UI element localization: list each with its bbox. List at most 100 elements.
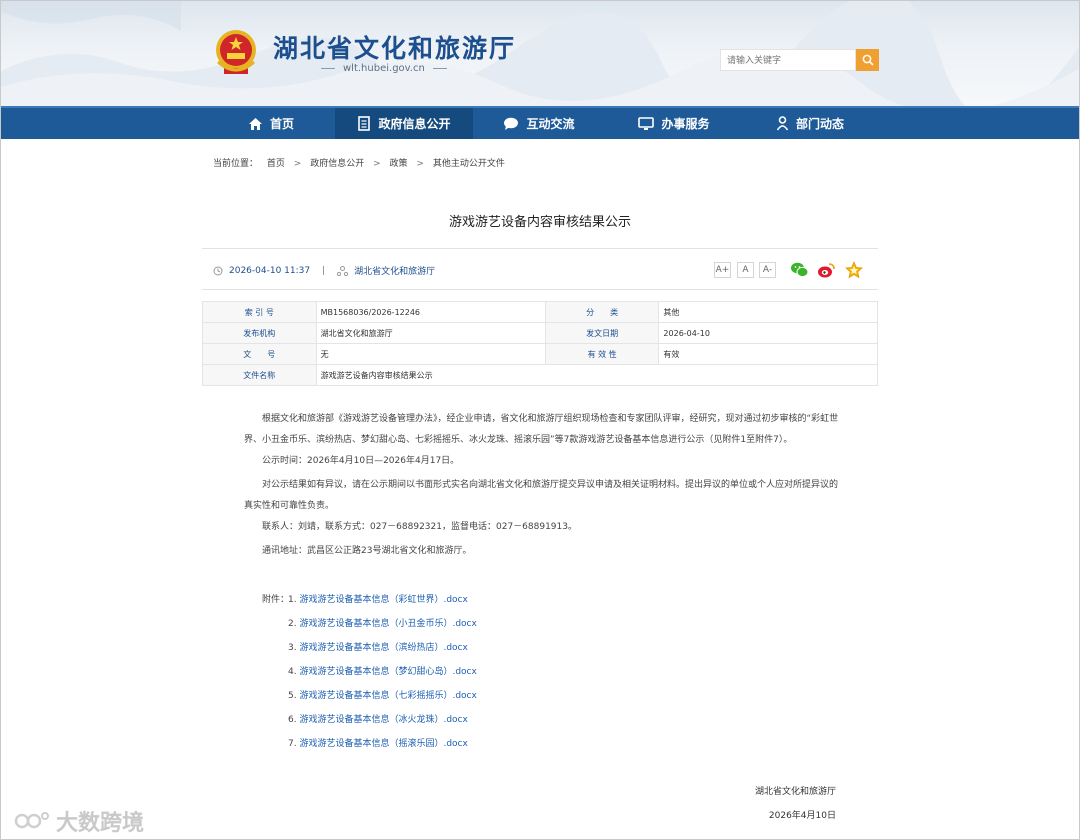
mountain-background (1, 1, 1079, 106)
nav-item-home[interactable]: 首页 (207, 108, 335, 139)
breadcrumb: 当前位置： 首页 > 政府信息公开 > 政策 > 其他主动公开文件 (213, 156, 511, 169)
site-url: wlt.hubei.gov.cn (313, 63, 455, 74)
home-icon (248, 117, 262, 130)
document-icon (358, 116, 371, 131)
table-row: 文件名称 游戏游艺设备内容审核结果公示 (202, 364, 879, 386)
breadcrumb-prefix: 当前位置： (213, 159, 259, 169)
search-icon (862, 54, 874, 66)
attachment-link[interactable]: 游戏游艺设备基本信息（滨纷热店）.docx (299, 643, 467, 653)
watermark-text: 大数跨境 (56, 811, 145, 836)
nav-item-services[interactable]: 办事服务 (605, 108, 743, 139)
attachment-number: 5. (288, 691, 297, 701)
info-key: 文件名称 (202, 364, 317, 386)
national-emblem-icon[interactable] (212, 28, 260, 80)
nav-item-interaction[interactable]: 互动交流 (473, 108, 605, 139)
table-row: 发布机构 湖北省文化和旅游厅 发文日期 2026-04-10 (202, 322, 878, 344)
nav-label-interaction: 互动交流 (526, 117, 575, 131)
body-paragraph: 公示时间：2026年4月10日—2026年4月17日。 (262, 456, 460, 466)
share-wechat-button[interactable] (790, 261, 809, 279)
breadcrumb-separator: > (373, 159, 381, 169)
attachment-link[interactable]: 游戏游艺设备基本信息（小丑金币乐）.docx (299, 619, 476, 629)
site-title[interactable]: 湖北省文化和旅游厅 (273, 29, 516, 65)
clock-icon (213, 266, 223, 275)
table-row: 文 号 无 有 效 性 有效 (202, 343, 878, 365)
person-icon (776, 116, 789, 131)
nav-label-home: 首页 (269, 117, 294, 131)
nav-label-services: 办事服务 (661, 117, 710, 131)
attachment-number: 1. (288, 595, 297, 605)
info-value: 其他 (658, 301, 878, 323)
font-size-default-button[interactable]: A (737, 262, 754, 278)
attachment-item: 3. 游戏游艺设备基本信息（滨纷热店）.docx (288, 640, 468, 653)
attachment-item: 7. 游戏游艺设备基本信息（摇滚乐园）.docx (288, 736, 468, 749)
table-row: 索 引 号 MB1568036/2026-12246 分 类 其他 (202, 301, 878, 323)
share-weibo-button[interactable] (817, 261, 835, 279)
body-paragraph: 对公示结果如有异议，请在公示期间以书面形式实名向湖北省文化和旅游厅提交异议申请及… (244, 480, 839, 511)
font-size-decrease-button[interactable]: A- (759, 262, 776, 278)
breadcrumb-item-other-files[interactable]: 其他主动公开文件 (433, 159, 505, 169)
article-title: 游戏游艺设备内容审核结果公示 (448, 215, 631, 230)
site-header: 湖北省文化和旅游厅 wlt.hubei.gov.cn (1, 1, 1079, 106)
chat-bubble-icon (504, 117, 519, 130)
nav-label-department-news: 部门动态 (795, 117, 844, 131)
info-value: 无 (315, 343, 546, 365)
attachment-number: 4. (288, 667, 297, 677)
article-datetime: 2026-04-10 11:37 (229, 265, 311, 276)
info-value: 有效 (658, 343, 878, 365)
breadcrumb-item-policy[interactable]: 政策 (390, 159, 408, 169)
watermark-logo-icon (14, 812, 49, 829)
breadcrumb-separator: > (293, 159, 302, 169)
attachment-link[interactable]: 游戏游艺设备基本信息（梦幻甜心岛）.docx (299, 667, 476, 677)
attachment-number: 7. (288, 739, 297, 749)
attachment-item: 4. 游戏游艺设备基本信息（梦幻甜心岛）.docx (288, 664, 477, 677)
info-key: 发文日期 (544, 322, 660, 344)
signature-org: 湖北省文化和旅游厅 (754, 787, 836, 797)
meta-separator: | (322, 265, 326, 276)
attachment-number: 6. (288, 715, 297, 725)
search-input[interactable] (720, 49, 856, 71)
attachments-label: 附件： (262, 595, 290, 605)
font-size-increase-button[interactable]: A+ (714, 262, 731, 278)
source-icon (337, 265, 349, 276)
info-value: MB1568036/2026-12246 (315, 301, 546, 323)
attachment-item: 6. 游戏游艺设备基本信息（冰火龙珠）.docx (288, 712, 468, 725)
attachment-link[interactable]: 游戏游艺设备基本信息（七彩摇摇乐）.docx (299, 691, 476, 701)
article-meta: 2026-04-10 11:37 | 湖北省文化和旅游厅 (213, 264, 435, 277)
attachment-number: 2. (288, 619, 297, 629)
monitor-icon (638, 116, 655, 130)
nav-item-department-news[interactable]: 部门动态 (743, 108, 877, 139)
meta-divider (202, 289, 878, 290)
title-divider (202, 248, 878, 249)
favorite-button[interactable] (845, 260, 863, 279)
info-key: 索 引 号 (202, 301, 317, 323)
info-key: 有 效 性 (544, 343, 660, 365)
body-paragraph: 通讯地址：武昌区公正路23号湖北省文化和旅游厅。 (262, 546, 472, 556)
info-key: 分 类 (544, 301, 660, 323)
info-value: 湖北省文化和旅游厅 (315, 322, 546, 344)
info-key: 文 号 (202, 343, 317, 365)
attachment-link[interactable]: 游戏游艺设备基本信息（冰火龙珠）.docx (299, 715, 467, 725)
info-key: 发布机构 (202, 322, 317, 344)
breadcrumb-separator: > (416, 159, 424, 169)
nav-label-government-info: 政府信息公开 (378, 117, 451, 131)
watermark: 大数跨境 (14, 805, 144, 837)
nav-item-government-info[interactable]: 政府信息公开 (335, 108, 473, 139)
breadcrumb-item-government-info[interactable]: 政府信息公开 (310, 159, 364, 169)
attachment-item: 1. 游戏游艺设备基本信息（彩虹世界）.docx (288, 592, 468, 605)
breadcrumb-item-home[interactable]: 首页 (267, 159, 285, 169)
signature-date: 2026年4月10日 (768, 811, 836, 821)
attachment-link[interactable]: 游戏游艺设备基本信息（彩虹世界）.docx (299, 595, 467, 605)
weibo-icon (818, 263, 835, 278)
search-button[interactable] (856, 49, 879, 71)
info-value: 游戏游艺设备内容审核结果公示 (315, 364, 879, 386)
main-nav: 首页 政府信息公开 互动交流 办事服务 部门动态 (1, 106, 1079, 139)
document-info-table: 索 引 号 MB1568036/2026-12246 分 类 其他 发布机构 湖… (202, 301, 879, 386)
article-source: 湖北省文化和旅游厅 (354, 267, 436, 277)
info-value: 2026-04-10 (658, 322, 878, 344)
attachment-number: 3. (288, 643, 297, 653)
attachment-link[interactable]: 游戏游艺设备基本信息（摇滚乐园）.docx (299, 739, 467, 749)
attachment-item: 2. 游戏游艺设备基本信息（小丑金币乐）.docx (288, 616, 477, 629)
attachment-item: 5. 游戏游艺设备基本信息（七彩摇摇乐）.docx (288, 688, 477, 701)
wechat-icon (791, 262, 809, 278)
favorite-star-icon (845, 260, 863, 279)
